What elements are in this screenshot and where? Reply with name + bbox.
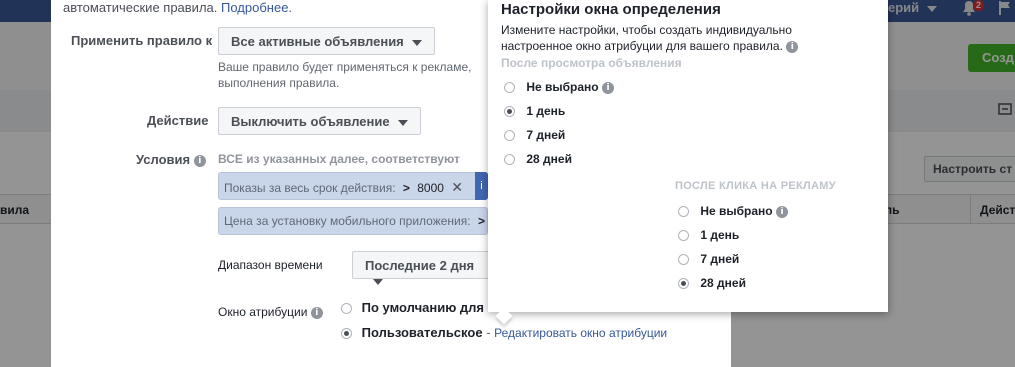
apply-rule-description-line: Ваше правило будет применяться к рекламе… (218, 60, 472, 74)
radio-button[interactable] (341, 303, 352, 315)
popover-description-line: настроенное окно атрибуции для вашего пр… (501, 39, 783, 53)
condition-chip-impressions[interactable]: Показы за весь срок действия: > 8000 ✕ (218, 172, 488, 200)
attribution-option-default[interactable]: По умолчанию для (341, 300, 484, 315)
view-option-label: Не выбрано (526, 80, 599, 94)
view-section-title: После просмотра объявления (501, 56, 682, 70)
time-range-value: Последние 2 дня (365, 258, 475, 273)
info-icon[interactable]: i (475, 172, 488, 200)
view-option-none[interactable]: Не выбрано i (504, 80, 614, 94)
intro-text-body: автоматические правила. (63, 0, 218, 15)
info-icon[interactable]: i (193, 154, 206, 167)
apply-rule-description: Ваше правило будет применяться к рекламе… (218, 59, 471, 91)
conditions-label-text: Условия (136, 152, 191, 167)
view-option-label: 1 день (526, 104, 566, 118)
attribution-settings-popover: Настройки окна определения Измените наст… (488, 0, 888, 312)
time-range-label: Диапазон времени (218, 258, 323, 272)
apply-rule-value: Все активные объявления (231, 34, 404, 49)
radio-button[interactable] (678, 206, 689, 218)
radio-button[interactable] (678, 230, 689, 242)
view-option-1-day[interactable]: 1 день (504, 104, 565, 118)
click-section-title: ПОСЛЕ КЛИКА НА РЕКЛАМУ (675, 180, 836, 192)
info-icon[interactable]: i (601, 81, 614, 94)
click-option-7-days[interactable]: 7 дней (678, 252, 739, 266)
radio-button[interactable] (504, 154, 515, 166)
intro-text: автоматические правила. Подробнее. (63, 0, 292, 16)
time-range-dropdown[interactable]: Последние 2 дня (352, 251, 502, 285)
info-icon[interactable]: i (775, 205, 788, 218)
condition-value: 8000 (417, 181, 444, 195)
apply-rule-description-line: выполнения правила. (218, 76, 340, 90)
attribution-label: Окно атрибуции i (218, 305, 323, 319)
info-icon[interactable]: i (310, 306, 323, 319)
condition-operator: > (402, 181, 410, 195)
radio-button[interactable] (504, 130, 515, 142)
condition-operator: > (477, 214, 485, 228)
attribution-option-label: По умолчанию для (361, 300, 485, 315)
click-option-label: Не выбрано (700, 204, 773, 218)
radio-button[interactable] (341, 328, 352, 340)
view-option-28-days[interactable]: 28 дней (504, 152, 572, 166)
action-value: Выключить объявление (231, 114, 390, 129)
click-option-label: 28 дней (700, 276, 746, 290)
separator: - (486, 325, 491, 340)
apply-rule-label: Применить правило к (71, 33, 213, 48)
click-option-label: 7 дней (700, 252, 740, 266)
click-option-28-days[interactable]: 28 дней (678, 276, 746, 290)
chevron-down-icon (373, 278, 383, 285)
attribution-option-label: Пользовательское (361, 325, 483, 340)
view-option-label: 28 дней (526, 152, 572, 166)
condition-chip-text: Показы за весь срок действия: (224, 181, 396, 195)
condition-chip-text: Цена за установку мобильного приложения: (224, 214, 471, 228)
action-dropdown[interactable]: Выключить объявление (218, 107, 421, 135)
attribution-label-text: Окно атрибуции (218, 305, 308, 319)
view-option-7-days[interactable]: 7 дней (504, 128, 565, 142)
close-icon[interactable]: ✕ (451, 179, 463, 195)
action-label: Действие (147, 113, 209, 128)
click-option-1-day[interactable]: 1 день (678, 228, 739, 242)
conditions-header: ВСЕ из указанных далее, соответствуют (218, 152, 460, 166)
radio-button[interactable] (504, 106, 515, 118)
radio-button[interactable] (504, 82, 515, 94)
chevron-down-icon (397, 119, 408, 126)
condition-chip-install-cost[interactable]: Цена за установку мобильного приложения:… (218, 207, 488, 235)
apply-rule-dropdown[interactable]: Все активные объявления (218, 27, 435, 55)
popover-description: Измените настройки, чтобы создать индиви… (501, 22, 799, 54)
chevron-down-icon (411, 39, 422, 46)
radio-button[interactable] (678, 278, 689, 290)
click-option-label: 1 день (700, 228, 740, 242)
popover-description-line: Измените настройки, чтобы создать индиви… (501, 23, 792, 37)
info-icon[interactable]: i (786, 40, 799, 53)
learn-more-link[interactable]: Подробнее. (221, 0, 292, 15)
view-option-label: 7 дней (526, 128, 566, 142)
popover-title: Настройки окна определения (501, 1, 721, 18)
click-option-none[interactable]: Не выбрано i (678, 204, 788, 218)
edit-attribution-link[interactable]: Редактировать окно атрибуции (494, 326, 667, 340)
radio-button[interactable] (678, 254, 689, 266)
conditions-label: Условия i (136, 152, 206, 167)
attribution-option-custom[interactable]: Пользовательское - Редактировать окно ат… (341, 325, 667, 340)
